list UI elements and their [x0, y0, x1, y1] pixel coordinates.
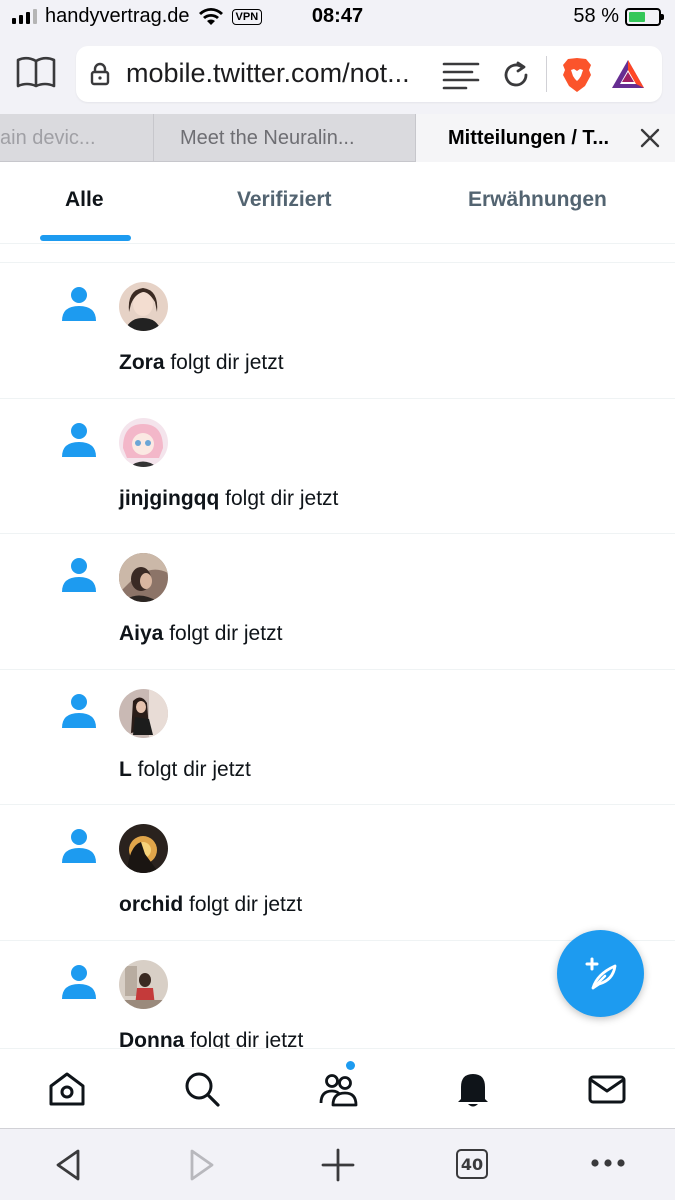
- url-field[interactable]: mobile.twitter.com/not...: [76, 46, 662, 102]
- notification-text: orchid folgt dir jetzt: [119, 893, 302, 917]
- brave-shields-icon[interactable]: [560, 56, 594, 94]
- browser-toolbar: 40: [0, 1128, 675, 1200]
- notification-text: jinjgingqq folgt dir jetzt: [119, 487, 338, 511]
- browser-tab-title: Mitteilungen / T...: [448, 126, 610, 149]
- new-tab-icon[interactable]: [320, 1147, 356, 1183]
- user-name[interactable]: Donna: [119, 1029, 184, 1049]
- tab-erwaehnungen[interactable]: Erwähnungen: [468, 188, 607, 212]
- notification-item[interactable]: orchid folgt dir jetzt: [0, 805, 675, 941]
- bat-rewards-icon[interactable]: [610, 58, 646, 90]
- messages-icon[interactable]: [587, 1069, 627, 1109]
- follow-person-icon: [62, 829, 96, 863]
- follow-person-icon: [62, 422, 96, 457]
- communities-new-dot: [346, 1061, 355, 1070]
- follow-text: folgt dir jetzt: [184, 1028, 304, 1049]
- notifications-icon[interactable]: [453, 1069, 493, 1109]
- user-name[interactable]: jinjgingqq: [119, 487, 219, 510]
- user-name[interactable]: L: [119, 758, 132, 781]
- tab-alle[interactable]: Alle: [65, 188, 104, 212]
- notification-item[interactable]: jinjgingqq folgt dir jetzt: [0, 399, 675, 534]
- avatar[interactable]: [119, 824, 168, 873]
- reload-icon[interactable]: [500, 59, 532, 91]
- follow-person-icon: [62, 693, 96, 728]
- notification-item[interactable]: L folgt dir jetzt: [0, 670, 675, 805]
- follow-person-icon: [62, 964, 96, 999]
- search-icon[interactable]: [182, 1069, 222, 1109]
- notification-text: Aiya folgt dir jetzt: [119, 622, 282, 646]
- url-text: mobile.twitter.com/not...: [126, 58, 410, 88]
- follow-person-icon: [62, 287, 96, 321]
- close-tab-icon[interactable]: [637, 125, 663, 151]
- reader-mode-icon[interactable]: [442, 60, 480, 90]
- bookmarks-icon[interactable]: [14, 54, 58, 90]
- tab-verifiziert[interactable]: Verifiziert: [237, 188, 332, 212]
- browser-tab-title: Meet the Neuralin...: [180, 126, 355, 149]
- battery-icon: [625, 7, 664, 26]
- follow-person-icon: [62, 558, 96, 592]
- browser-tab-strip: ain devic... Meet the Neuralin... Mittei…: [0, 114, 675, 162]
- notification-text: Donna folgt dir jetzt: [119, 1029, 303, 1049]
- notification-text: Zora folgt dir jetzt: [119, 351, 284, 375]
- more-menu-icon[interactable]: [590, 1157, 626, 1169]
- tabs-count-button[interactable]: 40: [456, 1149, 488, 1179]
- user-name[interactable]: Aiya: [119, 622, 163, 645]
- follow-text: folgt dir jetzt: [219, 486, 339, 510]
- home-icon[interactable]: [47, 1069, 87, 1109]
- compose-feather-icon: [585, 957, 616, 989]
- compose-tweet-button[interactable]: [557, 930, 644, 1017]
- user-name[interactable]: orchid: [119, 893, 183, 916]
- forward-icon: [190, 1149, 214, 1181]
- battery-percent: 58 %: [573, 5, 619, 27]
- browser-tab-title: ain devic...: [0, 126, 96, 149]
- bottom-navigation: [0, 1048, 675, 1128]
- notification-item[interactable]: Aiya folgt dir jetzt: [0, 534, 675, 670]
- avatar[interactable]: [119, 553, 168, 602]
- avatar[interactable]: [119, 959, 168, 1009]
- notification-tabs: Alle Verifiziert Erwähnungen: [0, 162, 675, 244]
- follow-text: folgt dir jetzt: [164, 351, 284, 374]
- lock-icon: [90, 62, 110, 86]
- user-name[interactable]: Zora: [119, 351, 165, 374]
- back-icon[interactable]: [52, 1147, 84, 1183]
- avatar[interactable]: [119, 688, 168, 738]
- notification-item[interactable]: Zora folgt dir jetzt: [0, 263, 675, 399]
- url-divider: [546, 56, 547, 92]
- follow-text: folgt dir jetzt: [163, 622, 283, 645]
- follow-text: folgt dir jetzt: [183, 893, 303, 916]
- communities-icon[interactable]: [318, 1069, 358, 1109]
- browser-tab-2[interactable]: Meet the Neuralin...: [154, 114, 416, 162]
- browser-address-bar: mobile.twitter.com/not...: [0, 36, 675, 114]
- browser-tab-active[interactable]: Mitteilungen / T...: [416, 114, 675, 162]
- notification-text: L folgt dir jetzt: [119, 758, 251, 782]
- active-tab-indicator: [40, 235, 131, 241]
- status-right: 58 %: [573, 5, 664, 28]
- avatar[interactable]: [119, 417, 168, 467]
- notification-feed: Zora folgt dir jetzt jinjgingqq folgt di…: [0, 262, 675, 1048]
- browser-tab-1[interactable]: ain devic...: [0, 114, 154, 162]
- avatar[interactable]: [119, 282, 168, 331]
- status-bar: handyvertrag.de VPN 08:47 58 %: [0, 0, 675, 36]
- follow-text: folgt dir jetzt: [131, 757, 251, 781]
